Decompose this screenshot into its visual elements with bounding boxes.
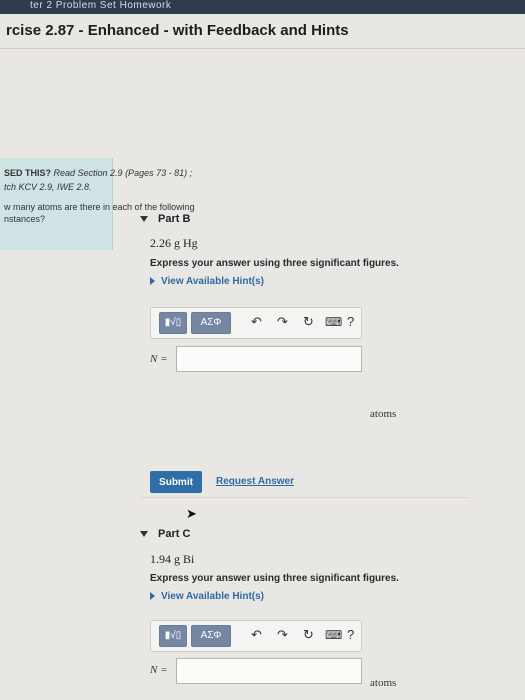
- reset-icon[interactable]: ↻: [303, 627, 314, 643]
- course-header-strip: ter 2 Problem Set Homework: [0, 0, 525, 14]
- reference-pages: Read Section 2.9 (Pages 73 - 81) ;: [51, 168, 193, 178]
- templates-button[interactable]: ▮√▯: [159, 625, 187, 647]
- part-c-label: Part C: [158, 528, 191, 540]
- request-answer-link[interactable]: Request Answer: [216, 476, 294, 487]
- help-icon[interactable]: ?: [347, 314, 354, 330]
- part-b-unit: atoms: [370, 408, 397, 420]
- question-prompt-line1: w many atoms are there in each of the fo…: [4, 202, 195, 212]
- part-c-unit: atoms: [370, 677, 397, 689]
- submit-button[interactable]: Submit: [150, 471, 202, 493]
- part-divider: [140, 497, 470, 498]
- mouse-cursor-icon: ➤: [186, 506, 197, 521]
- part-b-answer-label: N =: [150, 353, 168, 365]
- page-title: rcise 2.87 - Enhanced - with Feedback an…: [6, 22, 349, 39]
- expand-triangle-icon: [150, 277, 155, 286]
- part-c-answer-input[interactable]: [176, 658, 362, 684]
- greek-symbols-button[interactable]: ΑΣΦ: [191, 625, 231, 647]
- part-c-equation-toolbar: ▮√▯ ΑΣΦ ↶ ↷ ↻ ⌨ ?: [150, 620, 362, 652]
- part-c-header[interactable]: Part C: [140, 528, 190, 540]
- keyboard-icon[interactable]: ⌨: [325, 314, 342, 330]
- reference-heading: SED THIS?: [4, 168, 52, 178]
- question-prompt-line2: nstances?: [4, 214, 46, 224]
- expand-triangle-icon: [150, 592, 155, 601]
- part-b-answer-input[interactable]: [176, 346, 362, 372]
- part-b-header[interactable]: Part B: [140, 213, 190, 225]
- collapse-triangle-icon: [140, 531, 148, 538]
- course-header-text: ter 2 Problem Set Homework: [30, 0, 172, 11]
- part-b-label: Part B: [158, 213, 191, 225]
- help-icon[interactable]: ?: [347, 627, 354, 643]
- part-b-equation-toolbar: ▮√▯ ΑΣΦ ↶ ↷ ↻ ⌨ ?: [150, 307, 362, 339]
- part-b-hint-link[interactable]: View Available Hint(s): [150, 276, 264, 287]
- reference-examples: tch KCV 2.9, IWE 2.8.: [4, 182, 92, 192]
- part-c-formula: 1.94 g Bi: [150, 552, 195, 566]
- greek-symbols-button[interactable]: ΑΣΦ: [191, 312, 231, 334]
- templates-button[interactable]: ▮√▯: [159, 312, 187, 334]
- part-c-instruction: Express your answer using three signific…: [150, 573, 399, 584]
- undo-icon[interactable]: ↶: [251, 314, 262, 330]
- redo-icon[interactable]: ↷: [277, 627, 288, 643]
- part-c-answer-label: N =: [150, 664, 168, 676]
- part-c-hint-link[interactable]: View Available Hint(s): [150, 591, 264, 602]
- undo-icon[interactable]: ↶: [251, 627, 262, 643]
- reset-icon[interactable]: ↻: [303, 314, 314, 330]
- redo-icon[interactable]: ↷: [277, 314, 288, 330]
- part-b-instruction: Express your answer using three signific…: [150, 258, 399, 269]
- collapse-triangle-icon: [140, 216, 148, 223]
- keyboard-icon[interactable]: ⌨: [325, 627, 342, 643]
- title-divider: [0, 48, 525, 49]
- part-b-formula: 2.26 g Hg: [150, 236, 198, 250]
- section-reference-panel: SED THIS? Read Section 2.9 (Pages 73 - 8…: [0, 158, 195, 250]
